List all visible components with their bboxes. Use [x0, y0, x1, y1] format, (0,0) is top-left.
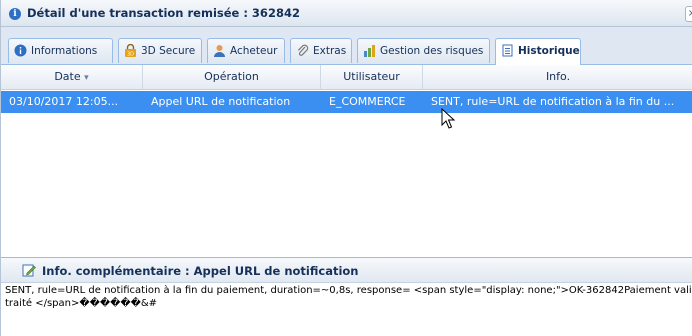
close-button[interactable]: ×: [685, 6, 692, 22]
history-icon: [502, 44, 513, 57]
tab-historique[interactable]: Historique: [495, 38, 581, 65]
tab-label: 3D Secure: [141, 45, 196, 57]
grid-header: Date ▾ Opération Utilisateur Info.: [1, 65, 692, 90]
column-header-label: Utilisateur: [343, 70, 400, 83]
window-title: Détail d'une transaction remisée : 36284…: [27, 6, 300, 20]
edit-document-icon: [22, 264, 36, 277]
tab-label: Gestion des risques: [380, 45, 484, 57]
cell-date: 03/10/2017 12:05...: [9, 95, 119, 108]
column-header-info[interactable]: Info.: [423, 65, 692, 90]
tab-label: Informations: [31, 45, 98, 57]
sort-descending-icon: ▾: [84, 73, 89, 83]
cell-user: E_COMMERCE: [329, 95, 406, 108]
tab-informations[interactable]: Informations: [8, 38, 113, 63]
transaction-detail-window: i Détail d'une transaction remisée : 362…: [0, 0, 692, 336]
detail-panel-title: Info. complémentaire : Appel URL de noti…: [42, 264, 359, 278]
column-header-label: Opération: [204, 70, 259, 83]
tab-gestion-des-risques[interactable]: Gestion des risques: [357, 38, 490, 63]
column-header-utilisateur[interactable]: Utilisateur: [321, 65, 423, 90]
tab-bar: Informations 3D 3D Secure Acheteur Extra…: [1, 27, 692, 65]
tab-extras[interactable]: Extras: [290, 38, 352, 63]
info-icon: [14, 44, 27, 57]
tab-label: Historique: [518, 45, 580, 57]
column-header-label: Info.: [545, 70, 571, 83]
grid-empty-area: [1, 113, 692, 257]
column-header-date[interactable]: Date ▾: [1, 65, 143, 90]
mouse-pointer-icon: [441, 108, 456, 129]
tab-label: Acheteur: [230, 45, 278, 57]
tab-acheteur[interactable]: Acheteur: [207, 38, 285, 63]
column-header-label: Date: [54, 70, 81, 83]
tab-label: Extras: [313, 45, 347, 57]
risk-icon: [364, 45, 375, 57]
detail-text-line: traité </span>������&#: [5, 298, 158, 309]
window-titlebar: i Détail d'une transaction remisée : 362…: [1, 0, 692, 27]
3d-secure-icon: 3D: [125, 44, 136, 58]
detail-panel-header: Info. complémentaire : Appel URL de noti…: [1, 257, 692, 283]
table-row[interactable]: 03/10/2017 12:05... Appel URL de notific…: [1, 91, 692, 113]
svg-text:3D: 3D: [127, 52, 134, 58]
info-icon: i: [9, 8, 21, 20]
paperclip-icon: [297, 44, 309, 56]
detail-panel-body: SENT, rule=URL de notification à la fin …: [5, 284, 692, 336]
detail-text-line: SENT, rule=URL de notification à la fin …: [5, 285, 692, 296]
tab-3d-secure[interactable]: 3D 3D Secure: [118, 38, 202, 63]
cell-info: SENT, rule=URL de notification à la fin …: [431, 95, 675, 108]
buyer-icon: [214, 45, 225, 57]
column-header-operation[interactable]: Opération: [143, 65, 321, 90]
cell-operation: Appel URL de notification: [151, 95, 291, 108]
